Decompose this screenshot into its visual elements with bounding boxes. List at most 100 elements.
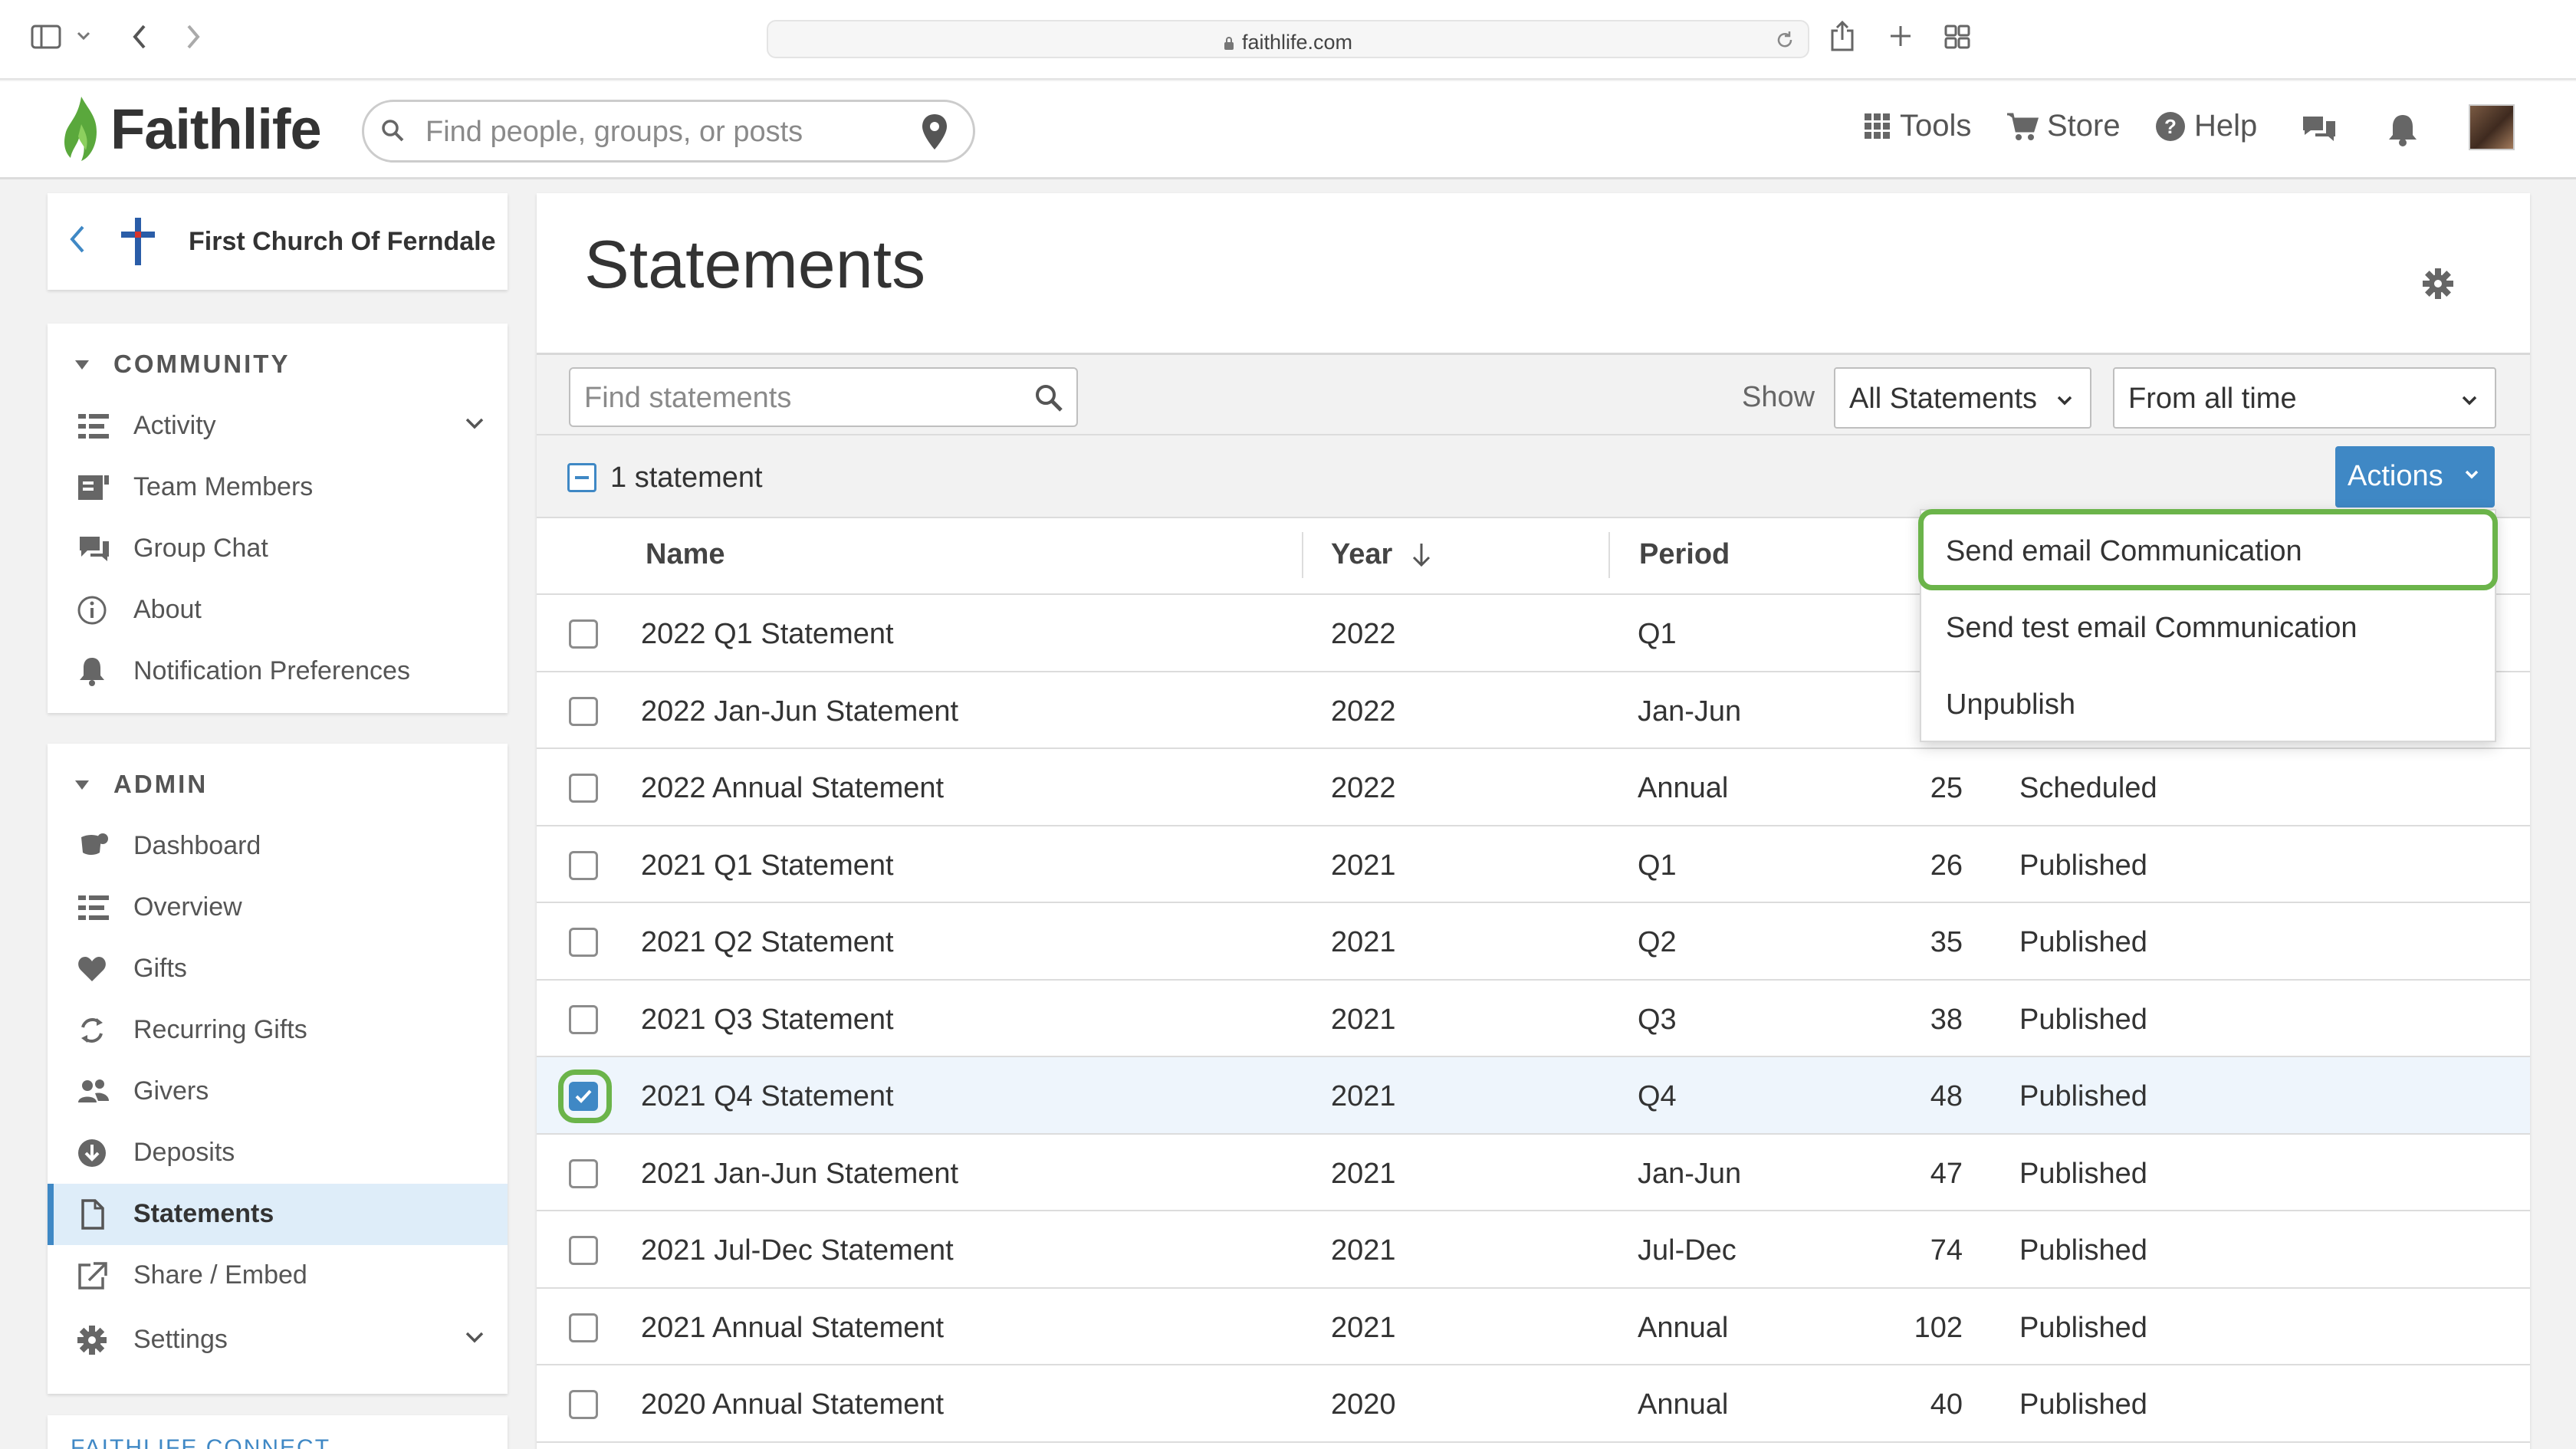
collapse-caret-icon[interactable] — [74, 359, 90, 371]
forward-icon[interactable] — [184, 23, 202, 51]
messages-icon[interactable] — [2300, 112, 2338, 146]
statement-name[interactable]: 2021 Q4 Statement — [641, 1080, 894, 1113]
collapse-caret-icon[interactable] — [74, 779, 90, 791]
user-avatar[interactable] — [2469, 104, 2515, 150]
sidebar-toggle-icon[interactable] — [31, 23, 61, 51]
menu-item-send-test-email[interactable]: Send test email Communication — [1946, 612, 2357, 645]
statement-name[interactable]: 2020 Annual Statement — [641, 1388, 944, 1421]
row-checkbox[interactable] — [569, 928, 598, 957]
connect-title[interactable]: FAITHLIFE CONNECT — [71, 1435, 330, 1449]
help-link[interactable]: ? Help — [2154, 109, 2257, 143]
statement-year: 2021 — [1331, 926, 1396, 958]
community-section: COMMUNITY Activity Team Members Group Ch… — [48, 324, 508, 713]
sidebar-item-about[interactable]: About — [48, 580, 508, 641]
statement-year: 2021 — [1331, 1234, 1396, 1267]
statement-count: 25 — [1930, 772, 1963, 804]
statement-year: 2022 — [1331, 772, 1396, 804]
statement-name[interactable]: 2021 Annual Statement — [641, 1312, 944, 1345]
notifications-bell-icon[interactable] — [2386, 112, 2420, 147]
back-chevron-icon[interactable] — [69, 224, 86, 255]
faithlife-logo[interactable]: Faithlife — [58, 94, 322, 164]
cart-icon — [2006, 111, 2047, 142]
back-icon[interactable] — [130, 23, 149, 51]
sidebar-item-givers[interactable]: Givers — [48, 1061, 508, 1122]
statement-type-select[interactable]: All Statements — [1834, 367, 2091, 429]
row-checkbox[interactable] — [569, 1158, 598, 1188]
sidebar-item-team-members[interactable]: Team Members — [48, 457, 508, 518]
find-statements-field[interactable] — [569, 367, 1078, 427]
gear-icon[interactable] — [2421, 267, 2455, 301]
row-checkbox[interactable] — [569, 696, 598, 726]
row-checkbox[interactable] — [569, 1390, 598, 1419]
table-row[interactable]: 2022 Annual Statement 2022 Annual 25 Schedul… — [537, 749, 2530, 826]
sidebar-item-notification-preferences[interactable]: Notification Preferences — [48, 641, 508, 702]
sidebar-item-label: Team Members — [133, 472, 314, 501]
time-range-value: From all time — [2128, 383, 2297, 415]
statement-name[interactable]: 2021 Q1 Statement — [641, 849, 894, 882]
actions-label: Actions — [2348, 460, 2443, 492]
church-name[interactable]: First Church Of Ferndale — [189, 227, 496, 257]
sidebar-item-statements[interactable]: Statements — [48, 1184, 508, 1245]
table-row[interactable]: 2021 Jul-Dec Statement 2021 Jul-Dec 74 Publi… — [537, 1211, 2530, 1289]
church-card: First Church Of Ferndale — [48, 193, 508, 290]
statement-name[interactable]: 2022 Annual Statement — [641, 772, 944, 805]
sidebar-item-recurring-gifts[interactable]: Recurring Gifts — [48, 1000, 508, 1061]
global-search[interactable] — [362, 100, 975, 163]
tools-link[interactable]: Tools — [1863, 109, 1971, 143]
sidebar-item-gifts[interactable]: Gifts — [48, 938, 508, 1000]
chevron-down-icon[interactable] — [465, 1331, 485, 1343]
row-checkbox[interactable] — [569, 619, 598, 649]
statement-name[interactable]: 2022 Jan-Jun Statement — [641, 695, 958, 728]
admin-section: ADMIN Dashboard Overview Gifts Recurring… — [48, 744, 508, 1394]
row-checkbox[interactable] — [569, 774, 598, 803]
find-statements-input[interactable] — [584, 380, 998, 416]
sidebar-item-share-embed[interactable]: Share / Embed — [48, 1245, 508, 1306]
sidebar-item-settings[interactable]: Settings — [48, 1309, 508, 1371]
sort-descending-icon — [1411, 541, 1432, 569]
menu-item-unpublish[interactable]: Unpublish — [1946, 688, 2075, 721]
statement-name[interactable]: 2022 Q1 Statement — [641, 618, 894, 651]
statement-name[interactable]: 2021 Jan-Jun Statement — [641, 1158, 958, 1191]
time-range-select[interactable]: From all time — [2113, 367, 2496, 429]
row-checkbox[interactable] — [569, 1004, 598, 1034]
table-row[interactable]: 2021 Q1 Statement 2021 Q1 26 Published — [537, 826, 2530, 903]
table-row[interactable]: 2020 Annual Statement 2020 Annual 40 Publish… — [537, 1365, 2530, 1443]
statement-status: Published — [2019, 849, 2147, 882]
sidebar-item-dashboard[interactable]: Dashboard — [48, 816, 508, 877]
table-row[interactable]: 2021 Annual Statement 2021 Annual 102 Publis… — [537, 1288, 2530, 1365]
chevron-down-icon[interactable] — [77, 31, 90, 41]
column-year[interactable]: Year — [1331, 538, 1432, 571]
sidebar-item-activity[interactable]: Activity — [48, 396, 508, 457]
table-row[interactable]: 2021 Q2 Statement 2021 Q2 35 Published — [537, 903, 2530, 981]
address-bar[interactable]: faithlife.com — [767, 20, 1809, 58]
sidebar-item-overview[interactable]: Overview — [48, 877, 508, 938]
statement-name[interactable]: 2021 Q2 Statement — [641, 926, 894, 959]
statement-name[interactable]: 2021 Q3 Statement — [641, 1004, 894, 1037]
store-link[interactable]: Store — [2006, 109, 2121, 143]
statement-name[interactable]: 2021 Jul-Dec Statement — [641, 1234, 954, 1267]
location-pin-icon[interactable] — [921, 113, 948, 151]
table-row[interactable]: 2021 Jan-Jun Statement 2021 Jan-Jun 47 Publi… — [537, 1134, 2530, 1211]
statement-count: 102 — [1914, 1311, 1963, 1344]
chevron-down-icon[interactable] — [465, 417, 485, 429]
select-all-checkbox[interactable] — [567, 463, 596, 492]
column-period[interactable]: Period — [1639, 538, 1730, 571]
document-icon — [77, 1199, 112, 1230]
sidebar-item-group-chat[interactable]: Group Chat — [48, 518, 508, 580]
share-icon[interactable] — [1829, 20, 1855, 52]
reload-icon[interactable] — [1774, 29, 1796, 51]
column-name[interactable]: Name — [646, 538, 725, 571]
search-icon[interactable] — [1033, 383, 1064, 413]
tab-overview-icon[interactable] — [1944, 25, 1970, 49]
global-search-input[interactable] — [426, 111, 886, 153]
sidebar-item-deposits[interactable]: Deposits — [48, 1122, 508, 1184]
table-row[interactable]: 2021 Q3 Statement 2021 Q3 38 Published — [537, 980, 2530, 1057]
grid-icon — [1863, 112, 1900, 141]
row-checkbox[interactable] — [569, 1236, 598, 1265]
row-checkbox[interactable] — [569, 850, 598, 880]
actions-button[interactable]: Actions — [2335, 446, 2495, 508]
table-row[interactable]: 2021 Q4 Statement 2021 Q4 48 Published — [537, 1057, 2530, 1135]
new-tab-icon[interactable] — [1889, 25, 1912, 48]
row-checkbox[interactable] — [569, 1313, 598, 1342]
search-icon — [380, 117, 406, 143]
